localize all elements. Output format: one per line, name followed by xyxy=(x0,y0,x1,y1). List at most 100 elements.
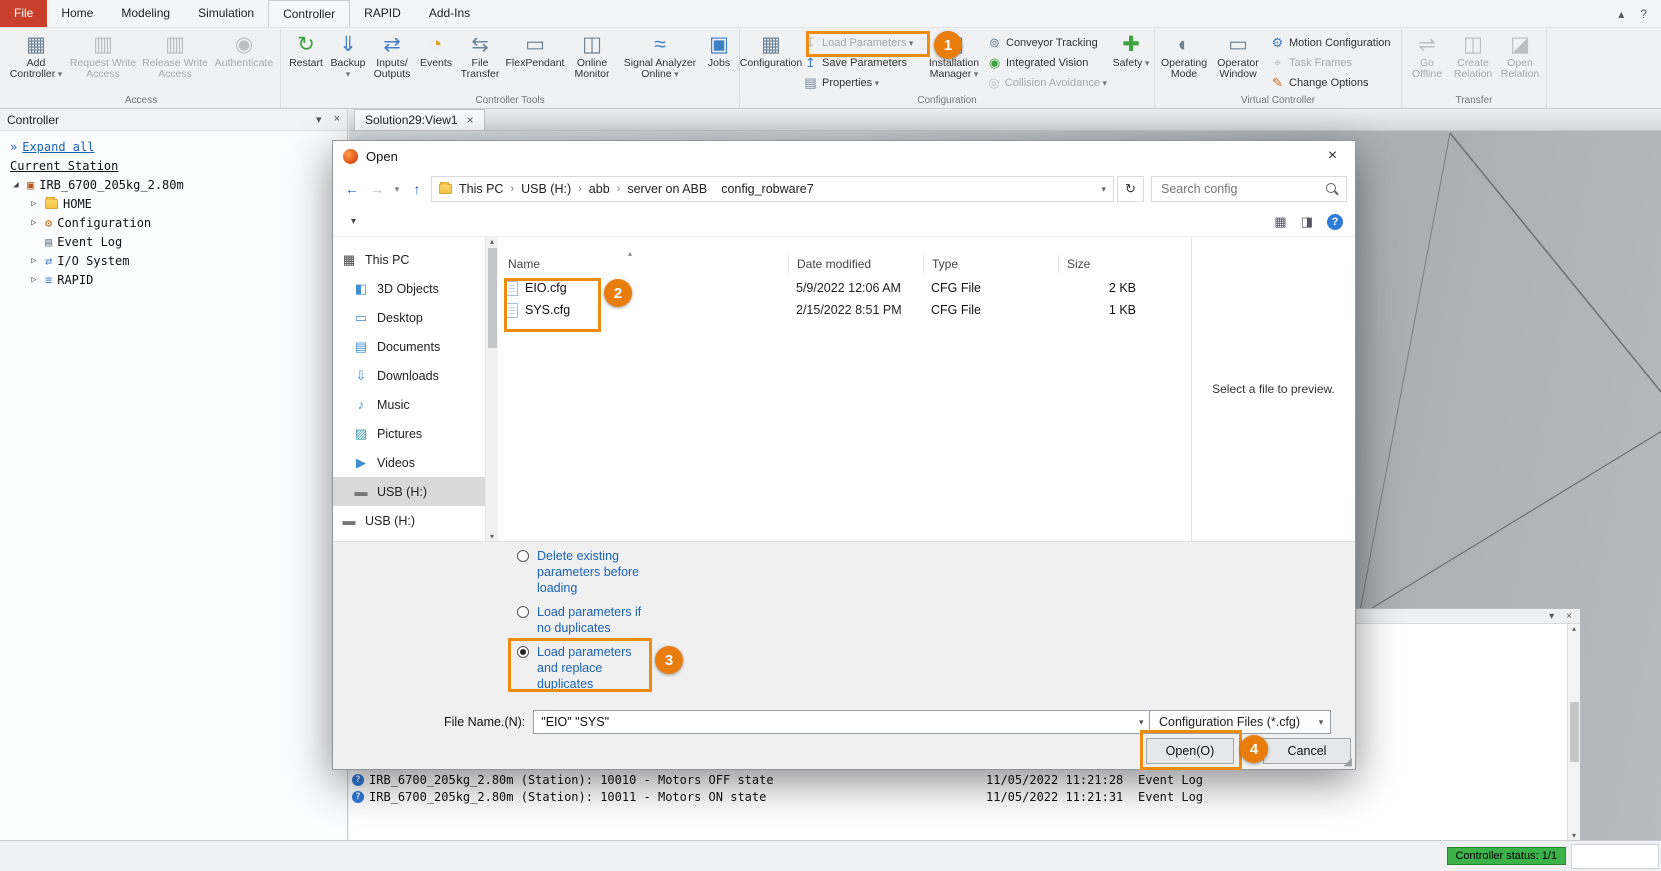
tab-controller[interactable]: Controller xyxy=(268,0,350,27)
open-button[interactable]: Open(O) xyxy=(1146,738,1234,764)
scroll-up-icon[interactable]: ▴ xyxy=(490,237,494,246)
view-tab-close-icon[interactable]: × xyxy=(467,113,474,127)
inputs-outputs-button[interactable]: ⇄ Inputs/ Outputs xyxy=(368,29,416,94)
configuration-button[interactable]: ▦ Configuration xyxy=(743,29,799,94)
breadcrumb-abb[interactable]: abb xyxy=(589,182,610,196)
recent-locations-dropdown-icon[interactable]: ▾ xyxy=(391,184,403,195)
file-row-sys[interactable]: SYS.cfg 2/15/2022 8:51 PM CFG File 1 KB xyxy=(498,299,1191,321)
view-mode-icon[interactable]: ▦ xyxy=(1274,214,1286,230)
event-log-close-icon[interactable]: × xyxy=(1566,611,1572,622)
search-input[interactable] xyxy=(1159,181,1325,197)
column-type[interactable]: Type xyxy=(923,255,1058,273)
scroll-down-icon[interactable]: ▾ xyxy=(1572,831,1576,840)
nav-this-pc[interactable]: ▦ This PC xyxy=(333,245,485,274)
tree-item-home[interactable]: ▷ HOME xyxy=(4,194,343,213)
safety-button[interactable]: ✚ Safety xyxy=(1111,29,1151,94)
conveyor-tracking-button[interactable]: ⊚ Conveyor Tracking xyxy=(983,33,1111,52)
file-row-eio[interactable]: EIO.cfg 5/9/2022 12:06 AM CFG File 2 KB xyxy=(498,277,1191,299)
events-button[interactable]: ◔ Events xyxy=(416,29,456,94)
tree-item-io-system[interactable]: ▷ ⇄ I/O System xyxy=(4,251,343,270)
signal-analyzer-button[interactable]: ≈ Signal Analyzer Online xyxy=(618,29,702,94)
authenticate-button[interactable]: ◉ Authenticate xyxy=(211,29,277,94)
column-name[interactable]: Name ▴ xyxy=(498,257,788,271)
jobs-button[interactable]: ▣ Jobs xyxy=(702,29,736,94)
change-options-button[interactable]: ✎ Change Options xyxy=(1266,73,1398,92)
tab-modeling[interactable]: Modeling xyxy=(107,0,184,27)
go-offline-button[interactable]: ⇌ Go Offline xyxy=(1405,29,1449,94)
flexpendant-button[interactable]: ▭ FlexPendant xyxy=(504,29,566,94)
scroll-down-icon[interactable]: ▾ xyxy=(490,532,494,541)
scrollbar-thumb[interactable] xyxy=(488,248,497,348)
create-relation-button[interactable]: ◫ Create Relation xyxy=(1449,29,1497,94)
task-frames-button[interactable]: ⌖ Task Frames xyxy=(1266,53,1398,72)
request-write-access-button[interactable]: ▥ Request Write Access xyxy=(67,29,139,94)
tree-collapsed-icon[interactable]: ▷ xyxy=(28,199,40,209)
load-parameters-button[interactable]: ↧ Load Parameters xyxy=(799,33,925,52)
organize-dropdown-icon[interactable]: ▾ xyxy=(345,216,362,227)
online-monitor-button[interactable]: ◫ Online Monitor xyxy=(566,29,618,94)
preview-pane-icon[interactable]: ◨ xyxy=(1301,214,1313,230)
dialog-close-button[interactable]: × xyxy=(1310,141,1355,171)
tree-item-controller[interactable]: ◢ ▣ IRB_6700_205kg_2.80m xyxy=(4,175,343,194)
scroll-up-icon[interactable]: ▴ xyxy=(1572,624,1576,633)
breadcrumb-this-pc[interactable]: This PC xyxy=(459,182,503,196)
forward-button[interactable]: → xyxy=(366,181,388,197)
tab-home[interactable]: Home xyxy=(47,0,107,27)
tree-item-event-log[interactable]: ▤ Event Log xyxy=(4,232,343,251)
nav-documents[interactable]: ▤ Documents xyxy=(333,332,485,361)
back-button[interactable]: ← xyxy=(341,181,363,197)
cancel-button[interactable]: Cancel xyxy=(1263,738,1351,764)
nav-usb-h[interactable]: ▬ USB (H:) xyxy=(333,477,485,506)
column-date-modified[interactable]: Date modified xyxy=(788,255,923,273)
navigation-scrollbar[interactable]: ▴ ▾ xyxy=(485,237,498,541)
tab-simulation[interactable]: Simulation xyxy=(184,0,268,27)
nav-downloads[interactable]: ⇩ Downloads xyxy=(333,361,485,390)
file-transfer-button[interactable]: ⇆ File Transfer xyxy=(456,29,504,94)
tab-rapid[interactable]: RAPID xyxy=(350,0,415,27)
filetype-combobox[interactable]: Configuration Files (*.cfg) ▾ xyxy=(1149,710,1331,734)
event-log-row[interactable]: ? IRB_6700_205kg_2.80m (Station): 10011 … xyxy=(352,789,1564,805)
current-station-link[interactable]: Current Station xyxy=(4,156,343,175)
nav-desktop[interactable]: ▭ Desktop xyxy=(333,303,485,332)
refresh-button[interactable]: ↻ xyxy=(1117,176,1144,202)
event-log-menu-icon[interactable]: ▾ xyxy=(1549,611,1554,622)
breadcrumb-config-robware7[interactable]: config_robware7 xyxy=(721,182,813,196)
tree-collapsed-icon[interactable]: ▷ xyxy=(28,275,40,285)
address-dropdown-icon[interactable]: ▾ xyxy=(1101,184,1106,195)
column-size[interactable]: Size xyxy=(1058,255,1158,273)
nav-usb-h-2[interactable]: ▬ USB (H:) xyxy=(333,506,485,535)
add-controller-button[interactable]: ▦ Add Controller xyxy=(5,29,67,94)
nav-3d-objects[interactable]: ◧ 3D Objects xyxy=(333,274,485,303)
restart-button[interactable]: ↻ Restart xyxy=(284,29,328,94)
tree-collapsed-icon[interactable]: ▷ xyxy=(28,218,40,228)
event-log-scrollbar[interactable]: ▴ ▾ xyxy=(1567,624,1580,840)
collapse-ribbon-icon[interactable]: ▴ xyxy=(1618,7,1624,21)
scrollbar-thumb[interactable] xyxy=(1570,702,1579,762)
panel-close-icon[interactable]: × xyxy=(334,113,340,126)
tab-file[interactable]: File xyxy=(0,0,47,27)
motion-configuration-button[interactable]: ⚙ Motion Configuration xyxy=(1266,33,1398,52)
dialog-help-icon[interactable]: ? xyxy=(1327,214,1343,230)
backup-button[interactable]: ⇓ Backup xyxy=(328,29,368,94)
address-bar[interactable]: This PC › USB (H:) › abb › server on ABB… xyxy=(431,176,1114,202)
dialog-title-bar[interactable]: Open × xyxy=(333,141,1355,171)
radio-delete-existing[interactable]: Delete existing parameters before loadin… xyxy=(517,548,657,596)
event-log-row[interactable]: ? IRB_6700_205kg_2.80m (Station): 10010 … xyxy=(352,772,1564,788)
tree-collapsed-icon[interactable]: ▷ xyxy=(28,256,40,266)
operator-window-button[interactable]: ▭ Operator Window xyxy=(1210,29,1266,94)
filename-dropdown-icon[interactable]: ▾ xyxy=(1132,717,1150,728)
breadcrumb-server-on-abb[interactable]: server on ABB xyxy=(627,182,707,196)
up-button[interactable]: ↑ xyxy=(406,181,428,197)
help-icon[interactable]: ? xyxy=(1640,7,1647,21)
filename-input[interactable] xyxy=(534,715,1132,729)
open-relation-button[interactable]: ◪ Open Relation xyxy=(1497,29,1543,94)
tree-expanded-icon[interactable]: ◢ xyxy=(10,180,22,190)
radio-load-if-no-duplicates[interactable]: Load parameters if no duplicates xyxy=(517,604,657,636)
tree-item-configuration[interactable]: ▷ ⚙ Configuration xyxy=(4,213,343,232)
radio-load-replace-duplicates[interactable]: Load parameters and replace duplicates xyxy=(517,644,657,692)
nav-videos[interactable]: ▶ Videos xyxy=(333,448,485,477)
resize-grip-icon[interactable]: ◢ xyxy=(1344,755,1352,768)
save-parameters-button[interactable]: ↥ Save Parameters xyxy=(799,53,925,72)
nav-music[interactable]: ♪ Music xyxy=(333,390,485,419)
view-tab[interactable]: Solution29:View1 × xyxy=(354,109,485,130)
